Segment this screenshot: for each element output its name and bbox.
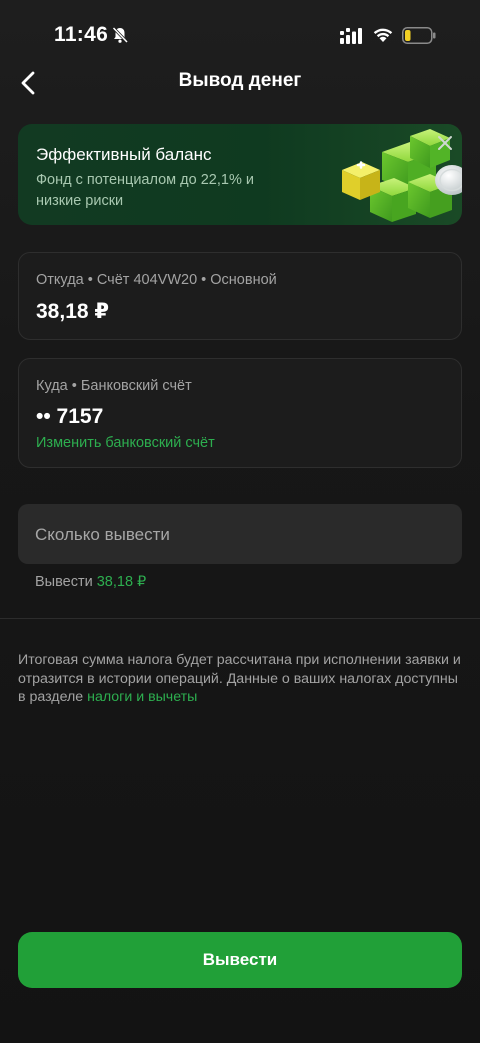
close-icon[interactable] [436,134,454,152]
tax-note: Итоговая сумма налога будет рассчитана п… [18,651,462,707]
battery-icon [402,27,436,44]
signal-icon [340,28,362,44]
promo-title: Эффективный баланс [36,145,212,164]
source-account-balance: 38,18 ₽ [36,300,109,323]
change-bank-account-link[interactable]: Изменить банковский счёт [36,435,215,451]
divider [0,618,480,619]
status-bar: 11:46 [0,0,480,70]
withdraw-all-link[interactable]: 38,18 ₽ [97,574,147,590]
status-time: 11:46 [54,23,109,46]
amount-placeholder: Сколько вывести [35,525,170,544]
amount-hint-prefix: Вывести [35,574,93,590]
amount-input[interactable]: Сколько вывести [18,504,462,564]
bell-off-icon [112,26,129,44]
withdraw-button[interactable]: Вывести [18,932,462,988]
taxes-link[interactable]: налоги и вычеты [87,689,197,705]
promo-subtitle: Фонд с потенциалом до 22,1% и низкие рис… [36,172,254,209]
source-account-card[interactable]: Откуда • Счёт 404VW20 • Основной 38,18 ₽ [18,252,462,340]
withdraw-screen: 11:46 Вывод денег Эффективный баланс Фон… [0,0,480,1043]
destination-account-number: •• 7157 [36,405,104,428]
destination-account-card[interactable]: Куда • Банковский счёт •• 7157 Изменить … [18,358,462,468]
source-account-label: Откуда • Счёт 404VW20 • Основной [36,272,277,288]
wifi-icon [373,28,393,42]
tax-note-text: Итоговая сумма налога будет рассчитана п… [18,652,461,705]
amount-hint: Вывести 38,18 ₽ [35,574,146,590]
promo-banner[interactable]: Эффективный баланс Фонд с потенциалом до… [18,124,462,225]
page-title: Вывод денег [178,70,302,91]
destination-account-label: Куда • Банковский счёт [36,378,192,394]
